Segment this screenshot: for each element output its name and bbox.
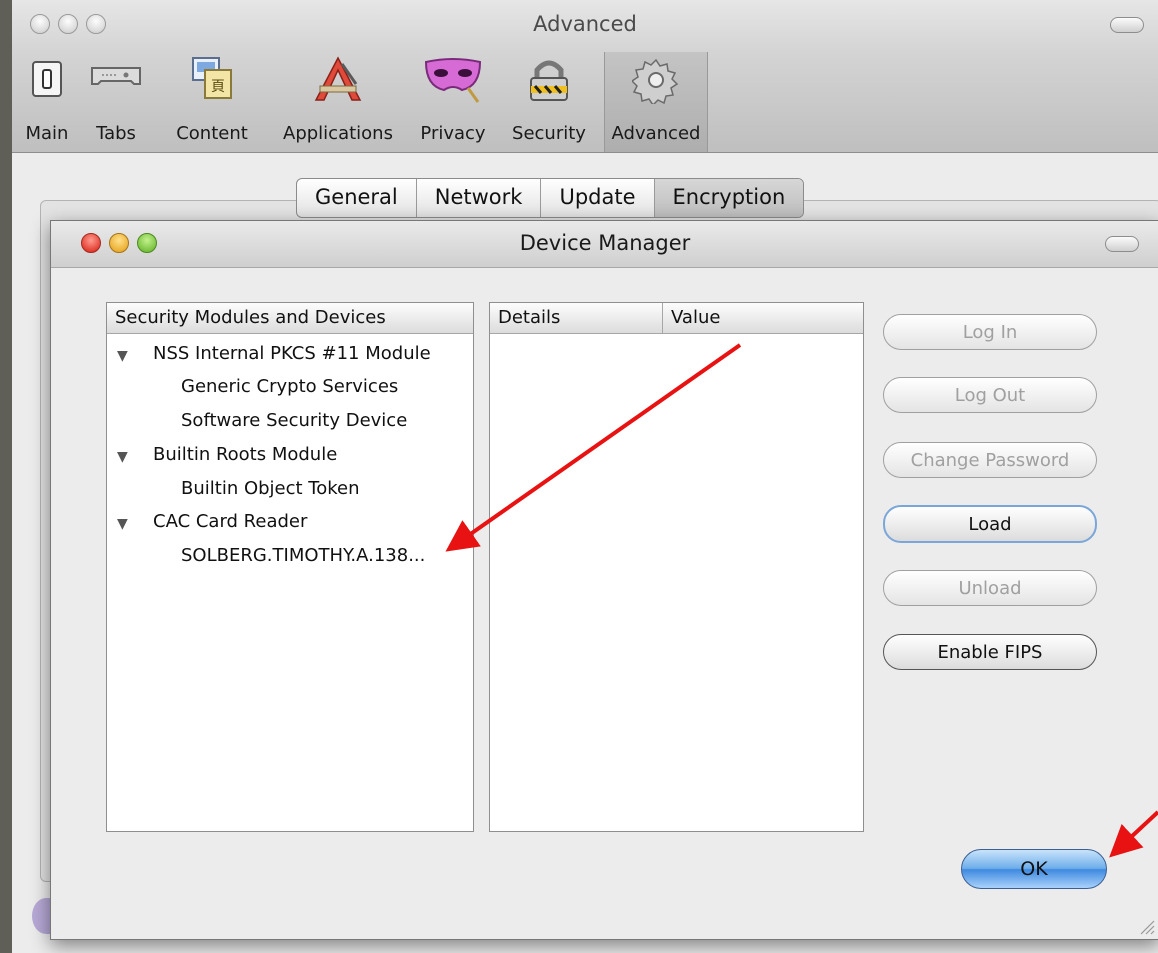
log-in-button[interactable]: Log In [883,314,1097,350]
mask-icon [424,58,482,103]
preferences-titlebar: Advanced [12,0,1158,52]
tabs-icon [91,67,141,85]
window-title: Advanced [533,12,637,36]
ok-button[interactable]: OK [961,849,1107,889]
toolbar-item-label: Security [512,123,586,144]
toolbar-item-content[interactable]: 頁 Content [162,52,262,152]
tree-item-module[interactable]: NSS Internal PKCS #11 Module [153,343,431,364]
dialog-title: Device Manager [519,231,691,255]
disclosure-triangle-icon[interactable]: ▼ [117,516,128,532]
switch-icon [32,61,62,97]
modules-column-header[interactable]: Security Modules and Devices [107,303,473,333]
toolbar-item-tabs[interactable]: Tabs [78,52,154,152]
dialog-toolbar-toggle-button[interactable] [1105,236,1139,252]
enable-fips-button[interactable]: Enable FIPS [883,634,1097,670]
preferences-toolbar: Main Tabs 頁 Content Applications Privacy… [12,52,1158,153]
applications-icon [314,56,362,101]
toolbar-item-privacy[interactable]: Privacy [412,52,494,152]
dialog-titlebar: Device Manager [51,221,1158,268]
change-password-button[interactable]: Change Password [883,442,1097,478]
tab-network[interactable]: Network [417,179,542,217]
details-column-header[interactable]: Details [490,303,663,333]
toolbar-item-label: Privacy [420,123,486,144]
value-column-header[interactable]: Value [663,303,863,333]
tab-general[interactable]: General [297,179,417,217]
tree-item-device-cac-token[interactable]: SOLBERG.TIMOTHY.A.138... [181,545,425,566]
toolbar-item-applications[interactable]: Applications [270,52,406,152]
toolbar-toggle-button[interactable] [1110,17,1144,33]
load-button[interactable]: Load [883,505,1097,543]
tab-encryption[interactable]: Encryption [654,179,804,217]
preferences-tab-bar: General Network Update Encryption [296,178,805,218]
security-modules-tree[interactable]: Security Modules and Devices ▼ NSS Inter… [106,302,474,832]
tree-item-device[interactable]: Software Security Device [181,410,407,431]
tree-item-module[interactable]: CAC Card Reader [153,511,307,532]
toolbar-item-label: Content [176,123,248,144]
toolbar-item-security[interactable]: Security [502,52,596,152]
content-icon: 頁 [192,57,232,99]
svg-text:頁: 頁 [211,79,225,95]
unload-button[interactable]: Unload [883,570,1097,606]
disclosure-triangle-icon[interactable]: ▼ [117,449,128,465]
details-table[interactable]: Details Value [489,302,864,832]
padlock-icon [530,60,568,101]
toolbar-item-label: Applications [283,123,393,144]
disclosure-triangle-icon[interactable]: ▼ [117,348,128,364]
device-manager-dialog: Device Manager Security Modules and Devi… [50,220,1158,940]
toolbar-item-label: Main [25,123,69,144]
toolbar-item-main[interactable]: Main [22,52,72,152]
tree-item-device[interactable]: Generic Crypto Services [181,376,398,397]
tree-item-module[interactable]: Builtin Roots Module [153,444,337,465]
tab-update[interactable]: Update [541,179,655,217]
toolbar-item-advanced[interactable]: Advanced [604,52,708,152]
details-table-header: Details Value [490,303,863,334]
gear-icon [632,58,679,104]
toolbar-item-label: Advanced [611,123,701,144]
tree-item-device[interactable]: Builtin Object Token [181,478,360,499]
toolbar-item-label: Tabs [96,123,136,144]
log-out-button[interactable]: Log Out [883,377,1097,413]
modules-tree-header: Security Modules and Devices [107,303,473,334]
resize-grip-icon[interactable] [1135,915,1155,935]
